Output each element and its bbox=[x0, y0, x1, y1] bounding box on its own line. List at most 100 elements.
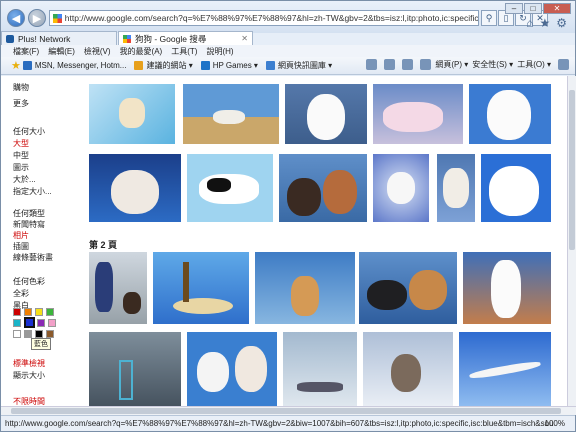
help-icon[interactable] bbox=[558, 59, 569, 70]
color-full[interactable]: 全彩 bbox=[13, 288, 29, 299]
maximize-button[interactable]: □ bbox=[524, 3, 542, 14]
image-result[interactable] bbox=[459, 332, 551, 406]
vertical-scrollbar[interactable] bbox=[567, 76, 576, 406]
horizontal-scrollbar[interactable] bbox=[1, 406, 576, 415]
minimize-button[interactable]: – bbox=[505, 3, 523, 14]
menu-file[interactable]: 檔案(F) bbox=[13, 46, 39, 57]
favorite-suggested-sites[interactable]: 建議的網站 ▾ bbox=[134, 60, 193, 71]
browser-window: ◀ ▶ ⚲ ▯ ↻ ✕ – □ ✕ ⌂ ★ ⚙ Plus! Network bbox=[0, 0, 576, 432]
image-result[interactable] bbox=[255, 252, 355, 324]
image-result[interactable] bbox=[285, 84, 367, 144]
url-input[interactable] bbox=[64, 13, 478, 23]
swatch-pink[interactable] bbox=[48, 319, 56, 327]
forward-button[interactable]: ▶ bbox=[28, 9, 46, 27]
swatch-yellow[interactable] bbox=[35, 308, 43, 316]
search-icon[interactable]: ⚲ bbox=[481, 10, 497, 26]
page-content: 購物 更多 任何大小 大型 中型 圖示 大於... 指定大小... 任何類型 新… bbox=[1, 76, 567, 406]
favorites-star-icon[interactable]: ★ bbox=[11, 59, 21, 72]
image-result[interactable] bbox=[469, 84, 551, 144]
swatch-orange[interactable] bbox=[24, 308, 32, 316]
image-result[interactable] bbox=[279, 154, 367, 222]
size-medium[interactable]: 中型 bbox=[13, 150, 29, 161]
mail-icon[interactable] bbox=[402, 59, 414, 70]
favorites-star-icon[interactable]: ★ bbox=[539, 16, 550, 30]
swatch-gray[interactable] bbox=[24, 330, 32, 338]
scroll-thumb[interactable] bbox=[569, 90, 575, 250]
page-menu[interactable]: 網頁(P) ▾ bbox=[435, 59, 468, 70]
size-any[interactable]: 任何大小 bbox=[13, 126, 45, 137]
image-result[interactable] bbox=[359, 252, 457, 324]
swatch-black[interactable] bbox=[35, 330, 43, 338]
address-bar[interactable] bbox=[49, 10, 479, 26]
tab-google-search[interactable]: 狗狗 - Google 搜尋 ✕ bbox=[118, 31, 253, 45]
menu-tools[interactable]: 工具(T) bbox=[171, 46, 197, 57]
type-news[interactable]: 新聞特寫 bbox=[13, 219, 45, 230]
image-result[interactable] bbox=[183, 84, 279, 144]
type-clipart[interactable]: 插圖 bbox=[13, 241, 29, 252]
tab-label: 狗狗 - Google 搜尋 bbox=[135, 33, 207, 44]
image-result[interactable] bbox=[373, 84, 463, 144]
menu-bar: 檔案(F) 編輯(E) 檢視(V) 我的最愛(A) 工具(T) 說明(H) bbox=[1, 45, 575, 57]
image-result[interactable] bbox=[373, 154, 429, 222]
menu-help[interactable]: 說明(H) bbox=[206, 46, 233, 57]
home-command-icon[interactable] bbox=[366, 59, 378, 70]
color-any[interactable]: 任何色彩 bbox=[13, 276, 45, 287]
swatch-brown[interactable] bbox=[46, 330, 54, 338]
favorite-hp-games[interactable]: HP Games ▾ bbox=[200, 61, 258, 70]
safety-menu[interactable]: 安全性(S) ▾ bbox=[472, 59, 513, 70]
image-result[interactable] bbox=[89, 252, 147, 324]
image-result[interactable] bbox=[187, 154, 273, 222]
favorite-web-slice-gallery[interactable]: 網頁快訊圖庫 ▾ bbox=[265, 60, 332, 71]
show-size[interactable]: 顯示大小 bbox=[13, 370, 45, 381]
menu-view[interactable]: 檢視(V) bbox=[84, 46, 111, 57]
image-result[interactable] bbox=[283, 332, 357, 406]
image-result[interactable] bbox=[89, 154, 181, 222]
gear-icon[interactable]: ⚙ bbox=[556, 16, 567, 30]
google-favicon-icon bbox=[53, 13, 62, 23]
type-photo[interactable]: 相片 bbox=[13, 230, 29, 241]
image-result[interactable] bbox=[463, 252, 551, 324]
image-result[interactable] bbox=[437, 154, 475, 222]
image-result[interactable] bbox=[187, 332, 277, 406]
back-button[interactable]: ◀ bbox=[7, 9, 25, 27]
swatch-red[interactable] bbox=[13, 308, 21, 316]
swatch-white[interactable] bbox=[13, 330, 21, 338]
type-lineart[interactable]: 線條藝術畫 bbox=[13, 252, 53, 263]
browser-right-icons: ⌂ ★ ⚙ bbox=[526, 16, 567, 30]
tools-menu[interactable]: 工具(O) ▾ bbox=[517, 59, 551, 70]
type-any[interactable]: 任何類型 bbox=[13, 208, 45, 219]
size-large[interactable]: 大型 bbox=[13, 138, 29, 149]
image-result[interactable] bbox=[153, 252, 249, 324]
home-icon[interactable]: ⌂ bbox=[526, 16, 533, 30]
favorite-msn[interactable]: MSN, Messenger, Hotm... bbox=[22, 61, 126, 70]
view-standard[interactable]: 標準檢視 bbox=[13, 358, 45, 369]
tab-plus-network[interactable]: Plus! Network bbox=[1, 31, 117, 45]
swatch-blue-selected[interactable] bbox=[24, 317, 35, 328]
color-tooltip: 藍色 bbox=[31, 338, 51, 350]
swatch-green[interactable] bbox=[46, 308, 54, 316]
tab-row: Plus! Network 狗狗 - Google 搜尋 ✕ bbox=[1, 31, 575, 45]
size-larger-than[interactable]: 大於... bbox=[13, 174, 36, 185]
swatch-purple[interactable] bbox=[37, 319, 45, 327]
feeds-icon[interactable] bbox=[384, 59, 396, 70]
address-row: ◀ ▶ ⚲ ▯ ↻ ✕ – □ ✕ ⌂ ★ ⚙ bbox=[1, 1, 575, 33]
close-window-button[interactable]: ✕ bbox=[543, 3, 571, 14]
google-favicon-icon bbox=[123, 34, 131, 43]
sidebar-shopping[interactable]: 購物 bbox=[13, 82, 29, 93]
menu-favorites[interactable]: 我的最愛(A) bbox=[120, 46, 163, 57]
swatch-teal[interactable] bbox=[13, 319, 21, 327]
size-icon[interactable]: 圖示 bbox=[13, 162, 29, 173]
print-icon[interactable] bbox=[420, 59, 432, 70]
image-result[interactable] bbox=[89, 84, 175, 144]
zoom-level[interactable]: 100% bbox=[545, 419, 565, 428]
menu-edit[interactable]: 編輯(E) bbox=[48, 46, 75, 57]
scroll-thumb[interactable] bbox=[11, 408, 561, 414]
image-result[interactable] bbox=[481, 154, 551, 222]
size-exact[interactable]: 指定大小... bbox=[13, 186, 52, 197]
image-result[interactable] bbox=[89, 332, 181, 406]
close-tab-icon[interactable]: ✕ bbox=[241, 34, 248, 43]
any-time[interactable]: 不限時間 bbox=[13, 396, 45, 406]
favorite-label: HP Games ▾ bbox=[212, 61, 258, 70]
image-result[interactable] bbox=[363, 332, 453, 406]
sidebar-more[interactable]: 更多 bbox=[13, 98, 29, 109]
